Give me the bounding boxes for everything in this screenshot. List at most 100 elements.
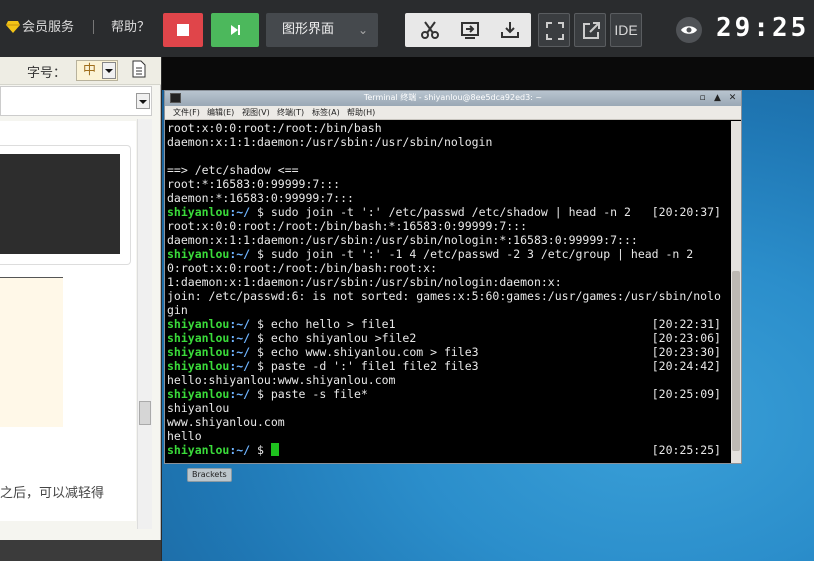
command-text: $ echo www.shiyanlou.com > file3 <box>250 345 479 359</box>
terminal-output-line: hello:shiyanlou:www.shiyanlou.com <box>167 373 396 387</box>
prompt-user: shiyanlou <box>167 247 230 261</box>
menu-edit[interactable]: 编辑(E) <box>207 108 234 118</box>
command-text: $ sudo join -t ':' -1 4 /etc/passwd -2 3… <box>250 247 694 261</box>
terminal-output[interactable]: root:x:0:0:root:/root:/bin/bash daemon:x:… <box>165 121 731 463</box>
command-text: $ echo hello > file1 <box>250 317 396 331</box>
command-text: $ paste -s file* <box>250 387 368 401</box>
cut-button[interactable] <box>410 13 448 47</box>
dropdown-arrow-icon <box>102 62 116 79</box>
terminal-scrollbar[interactable] <box>731 121 741 463</box>
countdown-timer: 29:25 <box>716 13 810 43</box>
view-toggle-button[interactable] <box>676 17 702 43</box>
document-scrollbar[interactable] <box>137 119 152 529</box>
terminal-output-line: root:x:0:0:root:/root:/bin/bash:*:16583:… <box>167 219 528 233</box>
menu-file[interactable]: 文件(F) <box>173 108 200 118</box>
mode-select[interactable]: 图形界面 ⌄ <box>266 13 378 47</box>
terminal-output-line: daemon:*:16583:0:99999:7::: <box>167 191 354 205</box>
chevron-down-icon: ⌄ <box>357 23 368 37</box>
terminal-titlebar[interactable]: Terminal 终端 - shiyanlou@8ee5dca92ed3: ~ … <box>165 91 741 106</box>
font-size-label: 字号： <box>27 66 67 81</box>
timestamp: [20:20:37] <box>651 205 721 219</box>
menu-tabs[interactable]: 标签(A) <box>312 108 340 118</box>
section-select[interactable] <box>0 86 152 116</box>
terminal-output-line: shiyanlou <box>167 401 230 415</box>
clipboard-button[interactable] <box>450 13 488 47</box>
note-box <box>0 277 63 427</box>
scrollbar-thumb[interactable] <box>732 271 740 451</box>
vip-service-link[interactable]: 会员服务 <box>22 19 74 37</box>
command-text: $ sudo join -t ':' /etc/passwd /etc/shad… <box>250 205 631 219</box>
terminal-command-line: shiyanlou:~/ $ echo www.shiyanlou.com > … <box>167 345 729 359</box>
prompt-path: :~/ <box>229 247 251 261</box>
external-link-icon <box>583 22 600 39</box>
menu-help[interactable]: 帮助(H) <box>347 108 375 118</box>
document-icon[interactable] <box>131 60 147 78</box>
eye-icon <box>681 26 697 34</box>
prompt-path: :~/ <box>229 345 251 359</box>
timestamp: [20:23:30] <box>651 345 721 359</box>
prompt-path: :~/ <box>229 387 251 401</box>
terminal-output-line: daemon:x:1:1:daemon:/usr/sbin:/usr/sbin/… <box>167 135 493 149</box>
terminal-output-line: join: /etc/passwd:6: is not sorted: game… <box>167 289 721 303</box>
terminal-command-line: shiyanlou:~/ $ sudo join -t ':' -1 4 /et… <box>167 247 729 261</box>
play-button[interactable] <box>211 13 259 47</box>
prompt-user: shiyanlou <box>167 317 230 331</box>
download-button[interactable] <box>490 13 528 47</box>
prompt-path: :~/ <box>229 205 251 219</box>
command-text: $ paste -d ':' file1 file2 file3 <box>250 359 479 373</box>
screenshot-preview <box>0 154 120 254</box>
terminal-window[interactable]: Terminal 终端 - shiyanlou@8ee5dca92ed3: ~ … <box>164 90 742 464</box>
fullscreen-button[interactable] <box>538 13 570 47</box>
document-panel: 字号： 中 之后，可以减轻得 <box>0 57 161 540</box>
download-icon <box>501 22 519 38</box>
remote-desktop: Terminal 终端 - shiyanlou@8ee5dca92ed3: ~ … <box>162 57 814 561</box>
scrollbar-thumb[interactable] <box>139 401 151 425</box>
open-external-button[interactable] <box>574 13 606 47</box>
prompt-user: shiyanlou <box>167 205 230 219</box>
play-next-icon <box>231 25 240 35</box>
mode-select-value: 图形界面 <box>282 22 335 37</box>
font-size-select[interactable]: 中 <box>76 60 118 81</box>
terminal-menubar: 文件(F) 编辑(E) 视图(V) 终端(T) 标签(A) 帮助(H) <box>165 106 741 120</box>
terminal-command-line: shiyanlou:~/ $ paste -d ':' file1 file2 … <box>167 359 729 373</box>
terminal-command-line: shiyanlou:~/ $ echo shiyanlou >file2 [20:… <box>167 331 729 345</box>
prompt-path: :~/ <box>229 443 251 457</box>
close-icon[interactable]: ✕ <box>727 93 738 104</box>
terminal-command-line: shiyanlou:~/ $ paste -s file* [20:25:09] <box>167 387 729 401</box>
ide-button[interactable]: IDE <box>610 13 642 47</box>
maximize-icon[interactable]: ▲ <box>712 93 723 104</box>
prompt-path: :~/ <box>229 331 251 345</box>
tools-group <box>405 13 531 47</box>
menu-view[interactable]: 视图(V) <box>242 108 270 118</box>
stop-button[interactable] <box>163 13 203 47</box>
terminal-output-line: daemon:x:1:1:daemon:/usr/sbin:/usr/sbin/… <box>167 233 638 247</box>
scissors-icon <box>421 21 439 39</box>
bottom-strip <box>0 540 161 561</box>
prompt-user: shiyanlou <box>167 387 230 401</box>
terminal-output-line: 0:root:x:0:root:/root:/bin/bash:root:x: <box>167 261 438 275</box>
help-link[interactable]: 帮助？ <box>111 19 150 37</box>
taskbar-item-brackets[interactable]: Brackets <box>187 468 232 482</box>
font-size-value: 中 <box>83 63 97 78</box>
timestamp: [20:25:09] <box>651 387 721 401</box>
screen: 会员服务 帮助？ 图形界面 ⌄ IDE 29:25 字号： 中 之后，可以减轻得… <box>0 0 814 561</box>
clipboard-icon <box>461 22 479 39</box>
terminal-output-line: ==> /etc/shadow <== <box>167 163 299 177</box>
terminal-output-line: root:x:0:0:root:/root:/bin/bash <box>167 121 382 135</box>
top-toolbar: 会员服务 帮助？ 图形界面 ⌄ IDE 29:25 <box>0 0 814 57</box>
font-toolbar: 字号： 中 <box>0 57 161 85</box>
diamond-icon <box>6 21 20 33</box>
command-text: $ echo shiyanlou >file2 <box>250 331 417 345</box>
image-preview-card <box>0 145 131 265</box>
prompt-user: shiyanlou <box>167 443 230 457</box>
fullscreen-icon <box>546 22 564 40</box>
document-text: 之后，可以减轻得 <box>0 486 105 501</box>
command-text: $ <box>250 443 271 457</box>
document-content <box>0 121 136 521</box>
minimize-icon[interactable]: ▫ <box>697 93 708 104</box>
prompt-user: shiyanlou <box>167 331 230 345</box>
menu-terminal[interactable]: 终端(T) <box>277 108 304 118</box>
terminal-command-line: shiyanlou:~/ $ [20:25:25] <box>167 443 729 457</box>
terminal-output-line: gin <box>167 303 188 317</box>
stop-icon <box>177 24 189 36</box>
